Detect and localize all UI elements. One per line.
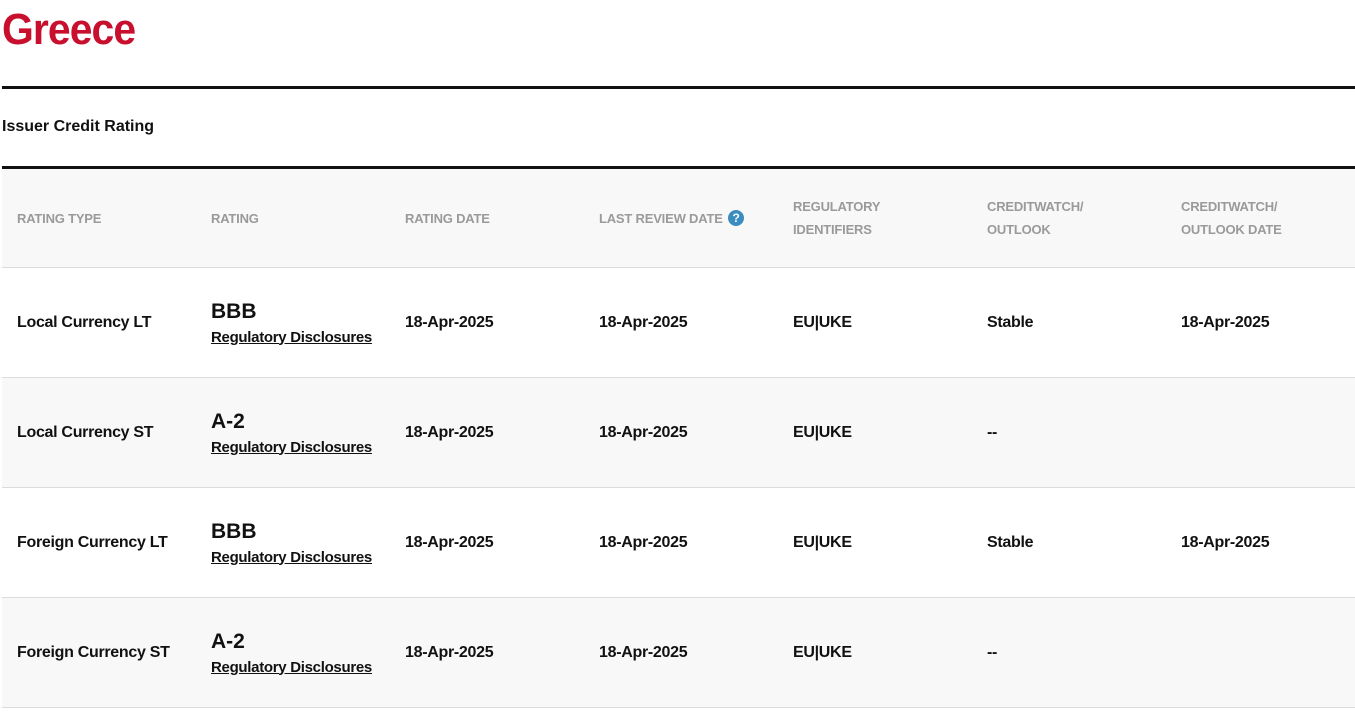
last-review-date-cell: 18-Apr-2025	[599, 313, 688, 331]
column-header-label-line2: IDENTIFIERS	[793, 222, 872, 237]
page: Greece Issuer Credit Rating RATING TYPE …	[0, 0, 1355, 716]
rating-value: BBB	[211, 299, 257, 323]
rating-cell: BBB Regulatory Disclosures	[196, 519, 390, 567]
rating-type-cell: Foreign Currency ST	[17, 643, 170, 661]
column-header-rating-type: RATING TYPE	[2, 207, 196, 230]
regulatory-identifiers-cell: EU|UKE	[793, 533, 852, 551]
column-header-rating-date: RATING DATE	[390, 207, 584, 230]
rating-value: A-2	[211, 409, 245, 433]
column-header-label: RATING TYPE	[17, 210, 102, 226]
column-header-label-line2: OUTLOOK DATE	[1181, 222, 1282, 237]
outlook-cell: Stable	[987, 313, 1034, 331]
column-header-label: LAST REVIEW DATE	[599, 210, 723, 226]
table-header-row: RATING TYPE RATING RATING DATE LAST REVI…	[2, 169, 1355, 268]
column-header-label-line1: CREDITWATCH/	[987, 199, 1084, 214]
outlook-cell: Stable	[987, 533, 1034, 551]
outlook-date-cell: 18-Apr-2025	[1181, 313, 1270, 331]
outlook-date-cell: 18-Apr-2025	[1181, 533, 1270, 551]
column-header-label-line2: OUTLOOK	[987, 222, 1051, 237]
regulatory-identifiers-cell: EU|UKE	[793, 643, 852, 661]
table-row: Local Currency LT BBB Regulatory Disclos…	[2, 268, 1355, 378]
regulatory-disclosures-link[interactable]: Regulatory Disclosures	[211, 329, 372, 346]
divider-top	[2, 86, 1355, 89]
column-header-creditwatch-outlook: CREDITWATCH/ OUTLOOK	[972, 195, 1166, 241]
rating-type-cell: Foreign Currency LT	[17, 533, 168, 551]
page-title: Greece	[2, 5, 136, 54]
regulatory-disclosures-link[interactable]: Regulatory Disclosures	[211, 549, 372, 566]
table-row: Local Currency ST A-2 Regulatory Disclos…	[2, 378, 1355, 488]
column-header-label-line1: CREDITWATCH/	[1181, 199, 1278, 214]
rating-cell: A-2 Regulatory Disclosures	[196, 629, 390, 677]
column-header-label: RATING	[211, 210, 259, 226]
column-header-last-review-date: LAST REVIEW DATE ?	[584, 207, 778, 230]
outlook-cell: --	[987, 423, 998, 441]
column-header-creditwatch-outlook-date: CREDITWATCH/ OUTLOOK DATE	[1166, 195, 1355, 241]
rating-date-cell: 18-Apr-2025	[405, 313, 494, 331]
rating-date-cell: 18-Apr-2025	[405, 643, 494, 661]
column-header-regulatory-identifiers: REGULATORY IDENTIFIERS	[778, 195, 972, 241]
rating-cell: A-2 Regulatory Disclosures	[196, 409, 390, 457]
rating-cell: BBB Regulatory Disclosures	[196, 299, 390, 347]
table-row: Foreign Currency ST A-2 Regulatory Discl…	[2, 598, 1355, 708]
question-circle-icon[interactable]: ?	[728, 209, 745, 226]
outlook-cell: --	[987, 643, 998, 661]
rating-value: A-2	[211, 629, 245, 653]
section-label: Issuer Credit Rating	[2, 118, 155, 135]
table-row: Foreign Currency LT BBB Regulatory Discl…	[2, 488, 1355, 598]
last-review-date-cell: 18-Apr-2025	[599, 643, 688, 661]
rating-type-cell: Local Currency ST	[17, 423, 154, 441]
rating-date-cell: 18-Apr-2025	[405, 533, 494, 551]
column-header-label-line1: REGULATORY	[793, 199, 881, 214]
column-header-rating: RATING	[196, 207, 390, 230]
regulatory-disclosures-link[interactable]: Regulatory Disclosures	[211, 659, 372, 676]
regulatory-identifiers-cell: EU|UKE	[793, 313, 852, 331]
column-header-label: RATING DATE	[405, 210, 490, 226]
rating-date-cell: 18-Apr-2025	[405, 423, 494, 441]
last-review-date-cell: 18-Apr-2025	[599, 533, 688, 551]
last-review-date-cell: 18-Apr-2025	[599, 423, 688, 441]
rating-type-cell: Local Currency LT	[17, 313, 152, 331]
issuer-credit-rating-table: RATING TYPE RATING RATING DATE LAST REVI…	[2, 169, 1355, 708]
regulatory-identifiers-cell: EU|UKE	[793, 423, 852, 441]
rating-value: BBB	[211, 519, 257, 543]
regulatory-disclosures-link[interactable]: Regulatory Disclosures	[211, 439, 372, 456]
